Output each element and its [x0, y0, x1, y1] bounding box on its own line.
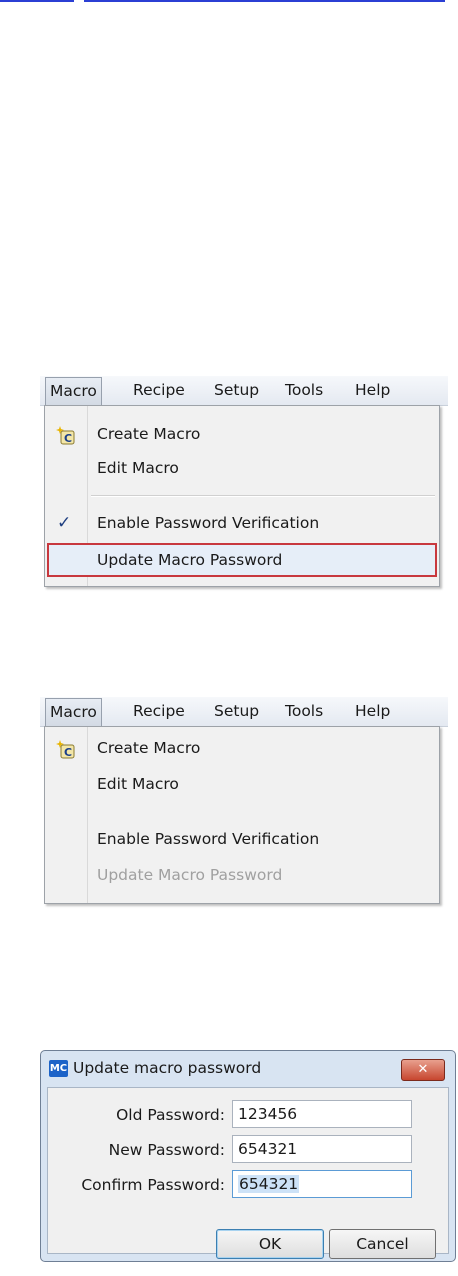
create-macro-icon: C — [56, 740, 75, 759]
top-rule-left — [0, 0, 74, 2]
menu-item-label: Create Macro — [97, 425, 201, 443]
ok-button[interactable]: OK — [216, 1229, 324, 1259]
create-macro-icon: C — [56, 426, 75, 445]
svg-text:C: C — [64, 746, 72, 759]
dialog-title: Update macro password — [73, 1059, 262, 1077]
menu-macro[interactable]: Macro — [45, 698, 102, 726]
new-password-label: New Password: — [108, 1141, 225, 1159]
menu-item-create-macro[interactable]: C Create Macro — [47, 733, 437, 763]
macro-menu-enabled: Macro Recipe Setup Tools Help C Create M… — [40, 376, 448, 598]
cancel-button[interactable]: Cancel — [329, 1229, 436, 1259]
menu-help[interactable]: Help — [355, 378, 390, 402]
top-rule-right — [84, 0, 445, 2]
macro-menu-disabled: Macro Recipe Setup Tools Help C Create M… — [40, 697, 448, 909]
old-password-label: Old Password: — [116, 1106, 225, 1124]
menu-separator — [91, 495, 435, 497]
menu-item-update-macro-password: Update Macro Password — [47, 860, 437, 890]
dialog-body: Old Password: 123456 New Password: 65432… — [47, 1087, 449, 1259]
menu-tools[interactable]: Tools — [285, 378, 323, 402]
confirm-password-field[interactable]: 654321 — [232, 1170, 412, 1198]
mc-app-icon: MC — [49, 1060, 68, 1077]
menu-item-label: Enable Password Verification — [97, 514, 320, 532]
menu-item-edit-macro[interactable]: Edit Macro — [47, 769, 437, 799]
menu-item-label: Create Macro — [97, 739, 201, 757]
menu-item-label: Update Macro Password — [97, 551, 283, 569]
confirm-password-row: Confirm Password: 654321 — [48, 1170, 448, 1200]
macro-dropdown: C Create Macro Edit Macro ✓ Enable Passw… — [44, 405, 440, 587]
menu-item-create-macro[interactable]: C Create Macro — [47, 419, 437, 449]
menu-item-label: Update Macro Password — [97, 866, 283, 884]
old-password-row: Old Password: 123456 — [48, 1100, 448, 1130]
checkmark-icon: ✓ — [57, 513, 72, 533]
menu-item-update-macro-password[interactable]: Update Macro Password — [47, 543, 437, 577]
new-password-field[interactable]: 654321 — [232, 1135, 412, 1163]
menu-tools[interactable]: Tools — [285, 699, 323, 723]
menu-recipe[interactable]: Recipe — [133, 378, 185, 402]
menu-macro[interactable]: Macro — [45, 377, 102, 405]
new-password-row: New Password: 654321 — [48, 1135, 448, 1165]
menu-help[interactable]: Help — [355, 699, 390, 723]
menu-item-enable-password-verification[interactable]: ✓ Enable Password Verification — [47, 508, 437, 538]
menu-setup[interactable]: Setup — [214, 378, 259, 402]
confirm-password-label: Confirm Password: — [81, 1176, 225, 1194]
menu-setup[interactable]: Setup — [214, 699, 259, 723]
dialog-titlebar[interactable]: MC Update macro password ✕ — [41, 1051, 455, 1087]
menu-item-enable-password-verification[interactable]: Enable Password Verification — [47, 824, 437, 854]
old-password-field[interactable]: 123456 — [232, 1100, 412, 1128]
menu-item-label: Enable Password Verification — [97, 830, 320, 848]
menu-recipe[interactable]: Recipe — [133, 699, 185, 723]
menu-item-label: Edit Macro — [97, 459, 179, 477]
macro-dropdown: C Create Macro Edit Macro Enable Passwor… — [44, 726, 440, 904]
menu-bar: Macro Recipe Setup Tools Help — [40, 697, 448, 727]
update-macro-password-dialog: MC Update macro password ✕ Old Password:… — [40, 1050, 456, 1262]
selected-text: 654321 — [238, 1175, 300, 1193]
menu-item-edit-macro[interactable]: Edit Macro — [47, 453, 437, 483]
menu-item-label: Edit Macro — [97, 775, 179, 793]
svg-text:C: C — [64, 432, 72, 445]
close-icon[interactable]: ✕ — [401, 1059, 445, 1081]
menu-bar: Macro Recipe Setup Tools Help — [40, 376, 448, 406]
